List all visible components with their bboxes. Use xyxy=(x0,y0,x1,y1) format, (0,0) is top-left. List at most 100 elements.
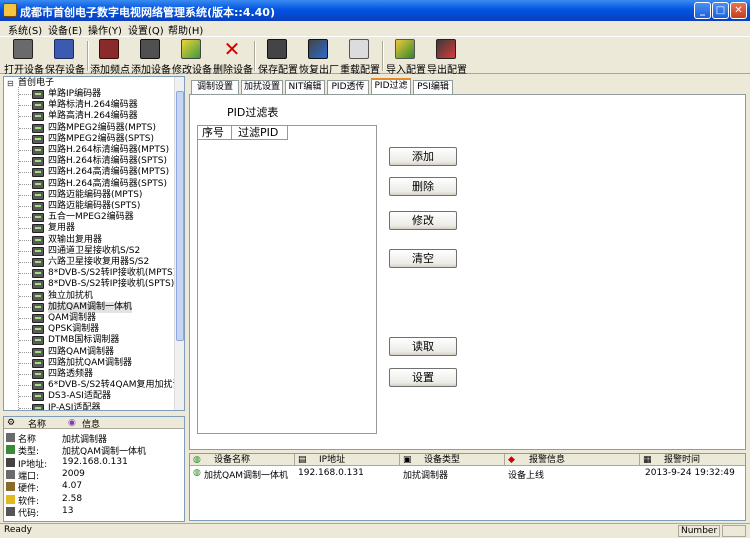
menu-device[interactable]: 设备(E) xyxy=(48,22,82,37)
info-key: IP地址: xyxy=(18,459,48,470)
add-frequency-button[interactable]: 添加频点 xyxy=(90,39,130,76)
tab-4[interactable]: PID过滤 xyxy=(371,78,411,95)
column-filter-pid[interactable]: 过滤PID xyxy=(232,126,288,140)
device-icon xyxy=(32,224,44,234)
edit-device-button[interactable]: 修改设备 xyxy=(172,39,212,76)
import-config-icon xyxy=(395,39,415,59)
status-bar: Ready Number xyxy=(0,523,750,538)
alarm-list[interactable]: ◍ 设备名称 ▤ IP地址 ▣ 设备类型 ◆ 报警信息 ▦ 报警时间 ◍ 加扰Q… xyxy=(189,453,746,521)
network-icon: ⊟ xyxy=(7,79,14,88)
tree-item-label: 四路MPEG2编码器(MPTS) xyxy=(48,122,157,133)
device-icon xyxy=(32,291,44,301)
reload-config-icon xyxy=(349,39,369,59)
reload-config-button[interactable]: 重载配置 xyxy=(340,39,380,76)
tree-item-label: 复用器 xyxy=(48,223,76,234)
device-icon xyxy=(32,269,44,279)
import-config-button[interactable]: 导入配置 xyxy=(386,39,426,76)
device-icon xyxy=(32,190,44,200)
tab-5[interactable]: PSI编辑 xyxy=(413,80,453,94)
add-device-button[interactable]: 添加设备 xyxy=(131,39,171,76)
tree-item-label: 六路卫星接收复用器S/S2 xyxy=(48,257,150,267)
tab-3[interactable]: PID透传 xyxy=(327,80,369,94)
save-device-button[interactable]: 保存设备 xyxy=(45,39,85,76)
save-config-button[interactable]: 保存配置 xyxy=(258,39,298,76)
tree-scroll-thumb[interactable] xyxy=(176,91,184,341)
name-column-icon: ⚙ xyxy=(7,418,16,428)
device-icon xyxy=(32,381,44,391)
info-row-icon xyxy=(6,482,15,492)
info-key: 软件: xyxy=(18,496,40,507)
device-icon xyxy=(32,325,44,335)
status-text: Ready xyxy=(4,525,32,535)
alarm-col-message[interactable]: ◆ 报警信息 xyxy=(505,454,640,466)
pid-filter-table[interactable]: 序号 过滤PID xyxy=(197,125,377,434)
alarm-col-device-type[interactable]: ▣ 设备类型 xyxy=(400,454,505,466)
open-device-icon xyxy=(13,39,33,59)
alarm-ip: 192.168.0.131 xyxy=(298,468,364,478)
tree-scrollbar[interactable] xyxy=(174,77,184,410)
add-button[interactable]: 添加 xyxy=(389,147,457,166)
menu-operation[interactable]: 操作(Y) xyxy=(88,22,122,37)
device-icon xyxy=(32,280,44,290)
tree-item-label: 四路H.264标清编码器(MPTS) xyxy=(48,145,170,155)
delete-device-button[interactable]: ✕ 删除设备 xyxy=(213,39,253,76)
device-icon xyxy=(32,235,44,245)
delete-button[interactable]: 删除 xyxy=(389,177,457,196)
modify-button[interactable]: 修改 xyxy=(389,211,457,230)
tree-item-label: 单路高清H.264编码器 xyxy=(48,111,138,122)
tree-item-label: 8*DVB-S/S2转IP接收机(MPTS) xyxy=(48,268,177,279)
tree-item-label: 四路加扰QAM调制器 xyxy=(48,357,133,368)
app-icon xyxy=(3,3,17,17)
tree-item-label: 独立加扰机 xyxy=(48,290,94,301)
info-row-icon xyxy=(6,433,15,442)
save-device-icon xyxy=(54,39,74,59)
maximize-button[interactable]: □ xyxy=(712,2,729,19)
minimize-button[interactable]: _ xyxy=(694,2,711,19)
device-icon xyxy=(32,370,44,379)
read-button[interactable]: 读取 xyxy=(389,337,457,356)
tab-1[interactable]: 加扰设置 xyxy=(241,80,283,94)
alarm-col-ip[interactable]: ▤ IP地址 xyxy=(295,454,400,466)
set-button[interactable]: 设置 xyxy=(389,368,457,387)
info-key: 硬件: xyxy=(18,484,40,495)
title-bar[interactable]: 成都市首创电子数字电视网络管理系统(版本::4.40) _ □ ✕ xyxy=(0,0,750,21)
tree-item-label: 四路迈能编码器(SPTS) xyxy=(48,201,141,211)
device-type-col-icon: ▣ xyxy=(403,455,412,465)
tree-item-label: 单路标清H.264编码器 xyxy=(48,100,138,111)
tree-item-label: 四路迈能编码器(MPTS) xyxy=(48,189,143,200)
alarm-col-time[interactable]: ▦ 报警时间 xyxy=(640,454,745,466)
device-icon xyxy=(32,123,44,133)
alarm-message: 设备上线 xyxy=(508,471,545,481)
device-icon xyxy=(32,101,44,111)
tab-0[interactable]: 调制设置 xyxy=(191,80,239,94)
info-row-icon xyxy=(6,457,15,467)
menu-system[interactable]: 系统(S) xyxy=(8,22,42,37)
tab-2[interactable]: NIT编辑 xyxy=(285,80,325,94)
info-row-icon xyxy=(6,506,15,516)
add-device-icon xyxy=(140,39,160,59)
info-header-name: 名称 xyxy=(28,420,47,430)
alarm-device-name: 加扰QAM调制一体机 xyxy=(204,471,289,481)
info-column-icon: ◉ xyxy=(68,418,76,428)
info-value: 加扰调制器 xyxy=(62,435,108,445)
device-icon xyxy=(32,302,44,312)
menu-settings[interactable]: 设置(Q) xyxy=(128,22,164,37)
export-config-button[interactable]: 导出配置 xyxy=(427,39,467,76)
close-button[interactable]: ✕ xyxy=(730,2,747,19)
ip-col-icon: ▤ xyxy=(298,455,307,465)
tree-item-label: DTMB国标调制器 xyxy=(48,335,120,346)
menu-help[interactable]: 帮助(H) xyxy=(168,22,203,37)
pid-filter-title: PID过滤表 xyxy=(227,106,279,119)
open-device-button[interactable]: 打开设备 xyxy=(4,39,44,76)
info-value: 2009 xyxy=(62,468,85,479)
add-frequency-icon xyxy=(99,39,119,59)
tree-item-label: 四路QAM调制器 xyxy=(48,346,115,357)
factory-reset-button[interactable]: 恢复出厂 xyxy=(299,39,339,76)
column-index[interactable]: 序号 xyxy=(198,126,232,140)
device-tree[interactable]: ⊟ 首创电子 单路IP编码器 单路标清H.264编码器 单路高清H.264编码器 四路… xyxy=(3,76,185,411)
factory-reset-icon xyxy=(308,39,328,59)
device-icon xyxy=(32,168,44,178)
clear-button[interactable]: 清空 xyxy=(389,249,457,268)
alarm-col-device-name[interactable]: ◍ 设备名称 xyxy=(190,454,295,466)
device-icon xyxy=(32,112,44,122)
